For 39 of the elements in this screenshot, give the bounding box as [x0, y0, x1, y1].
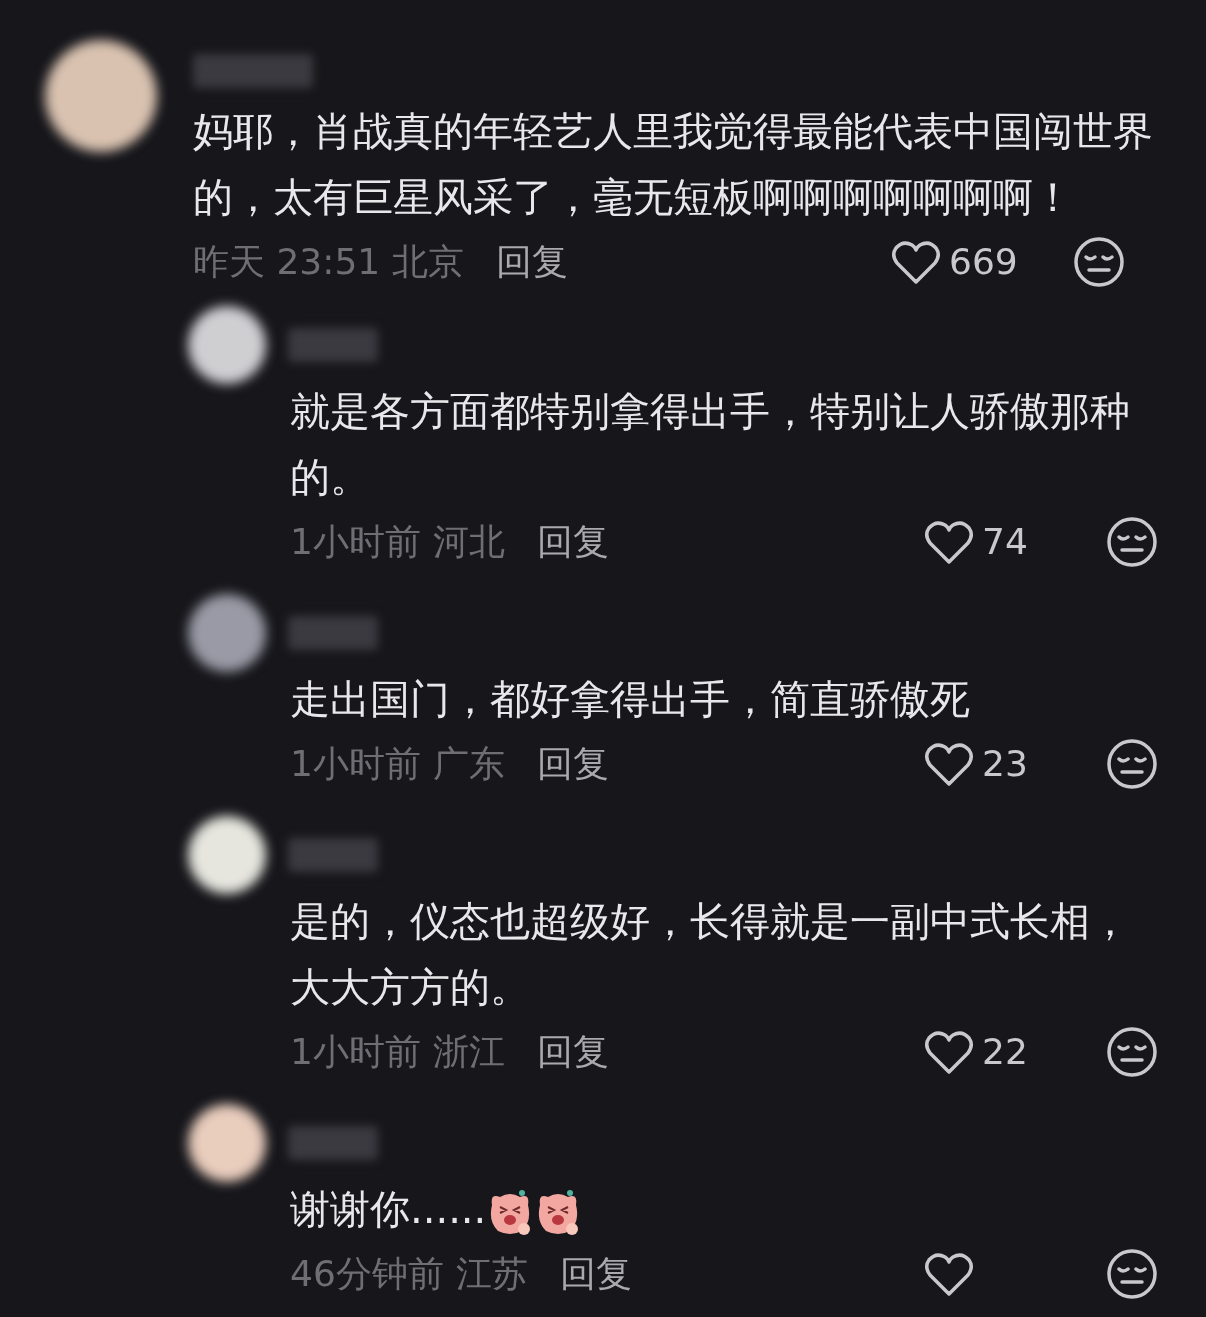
reply-button[interactable]: 回复 — [496, 235, 569, 289]
comment-text: 谢谢你...... — [290, 1186, 487, 1232]
avatar[interactable] — [188, 306, 266, 384]
face-icon[interactable] — [1106, 516, 1158, 568]
like-count: 669 — [949, 240, 1018, 284]
comment-location: 江苏 — [455, 1252, 528, 1296]
comment-text: 就是各方面都特别拿得出手，特别让人骄傲那种的。 — [290, 388, 1130, 500]
like-count: 22 — [982, 1030, 1028, 1074]
avatar[interactable] — [188, 816, 266, 894]
comment-location: 北京 — [392, 240, 465, 284]
reply-button[interactable]: 回复 — [536, 515, 609, 569]
avatar[interactable] — [188, 1104, 266, 1182]
reply-button[interactable]: 回复 — [536, 737, 609, 791]
like-count: 23 — [982, 742, 1028, 786]
comment-time: 昨天 23:51 — [193, 240, 381, 284]
heart-icon[interactable] — [924, 519, 974, 565]
face-icon[interactable] — [1073, 236, 1125, 288]
reply-button[interactable]: 回复 — [559, 1247, 632, 1301]
comment-location: 浙江 — [432, 1030, 505, 1074]
comment-time: 1小时前 — [290, 742, 421, 786]
comment-location: 河北 — [432, 520, 505, 564]
face-icon[interactable] — [1106, 1248, 1158, 1300]
heart-icon[interactable] — [924, 1029, 974, 1075]
face-icon[interactable] — [1106, 738, 1158, 790]
avatar[interactable] — [188, 594, 266, 672]
comment-time: 1小时前 — [290, 1030, 421, 1074]
like-count: 74 — [982, 520, 1028, 564]
avatar[interactable] — [45, 40, 157, 152]
comment-text: 妈耶，肖战真的年轻艺人里我觉得最能代表中国闯世界的，太有巨星风采了，毫无短板啊啊啊啊啊啊啊！ — [193, 108, 1153, 220]
comment-time: 46分钟前 — [290, 1252, 444, 1296]
comment-location: 广东 — [432, 742, 505, 786]
heart-icon[interactable] — [924, 1251, 974, 1297]
heart-icon[interactable] — [891, 239, 941, 285]
face-icon[interactable] — [1106, 1026, 1158, 1078]
comment-text: 走出国门，都好拿得出手，简直骄傲死 — [290, 676, 970, 722]
reply-button[interactable]: 回复 — [536, 1025, 609, 1079]
comment-text: 是的，仪态也超级好，长得就是一副中式长相，大大方方的。 — [290, 898, 1130, 1010]
heart-icon[interactable] — [924, 741, 974, 787]
comment-time: 1小时前 — [290, 520, 421, 564]
